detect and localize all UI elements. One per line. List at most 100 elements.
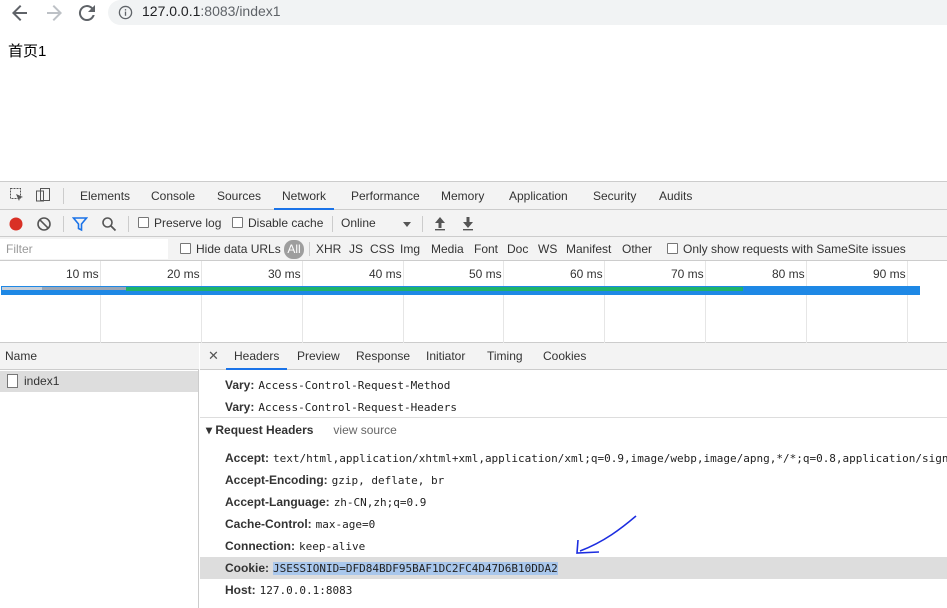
filter-js[interactable]: JS — [349, 237, 363, 261]
timeline-gridline — [201, 261, 202, 343]
tab-network[interactable]: Network — [274, 182, 335, 210]
separator — [63, 216, 64, 232]
timeline-bar-waiting — [126, 287, 743, 291]
separator — [422, 216, 423, 232]
address-bar[interactable]: 127.0.0.1:8083/index1 — [108, 0, 947, 25]
filter-other[interactable]: Other — [622, 237, 652, 261]
timeline-gridline — [100, 261, 101, 343]
separator — [309, 242, 310, 256]
tab-security[interactable]: Security — [593, 182, 636, 210]
tab-timing[interactable]: Timing — [487, 343, 523, 370]
filter-manifest[interactable]: Manifest — [566, 237, 611, 261]
chevron-down-icon[interactable] — [399, 216, 415, 232]
checkbox-icon — [232, 217, 243, 228]
header-line: Cache-Control: max-age=0 — [225, 513, 375, 535]
tab-headers[interactable]: Headers — [226, 343, 288, 370]
request-row[interactable]: index1 — [0, 371, 198, 392]
timeline-gridline — [302, 261, 303, 343]
network-overview[interactable]: 10 ms 20 ms 30 ms 40 ms 50 ms 60 ms 70 m… — [0, 261, 947, 343]
tab-application[interactable]: Application — [509, 182, 568, 210]
timeline-gridline — [503, 261, 504, 343]
filter-font[interactable]: Font — [474, 237, 498, 261]
header-value: keep-alive — [299, 540, 366, 553]
tab-elements[interactable]: Elements — [80, 182, 130, 210]
header-line: Accept-Encoding: gzip, deflate, br — [225, 469, 444, 491]
detail-tabbar: ✕ Headers Preview Response Initiator Tim… — [200, 343, 947, 370]
record-icon[interactable] — [8, 216, 24, 232]
tick-label: 70 ms — [671, 267, 704, 281]
url-text: 127.0.0.1:8083/index1 — [142, 3, 281, 19]
hide-data-urls-label: Hide data URLs — [196, 242, 281, 256]
header-name: Accept-Language: — [225, 495, 330, 509]
header-name: Accept-Encoding: — [225, 473, 328, 487]
filter-icon[interactable] — [72, 216, 88, 232]
tab-memory[interactable]: Memory — [441, 182, 484, 210]
tab-preview[interactable]: Preview — [297, 343, 340, 370]
timeline-gridline — [705, 261, 706, 343]
name-column-header[interactable]: Name — [0, 343, 199, 370]
device-toolbar-icon[interactable] — [35, 187, 51, 203]
tab-audits[interactable]: Audits — [659, 182, 692, 210]
forward-arrow-icon[interactable] — [42, 1, 66, 25]
tab-cookies[interactable]: Cookies — [543, 343, 586, 370]
checkbox-icon — [180, 243, 191, 254]
tab-sources[interactable]: Sources — [217, 182, 261, 210]
filter-doc[interactable]: Doc — [507, 237, 528, 261]
network-toolbar: Preserve log Disable cache Online — [0, 210, 947, 237]
filter-ws[interactable]: WS — [538, 237, 557, 261]
info-icon[interactable] — [118, 5, 133, 20]
inspect-element-icon[interactable] — [9, 187, 25, 203]
request-detail: ✕ Headers Preview Response Initiator Tim… — [200, 343, 947, 608]
back-arrow-icon[interactable] — [8, 1, 32, 25]
hide-data-urls-checkbox[interactable]: Hide data URLs — [180, 237, 281, 261]
tick-label: 20 ms — [167, 267, 200, 281]
filter-all-button[interactable]: All — [284, 240, 304, 259]
filter-media[interactable]: Media — [431, 237, 464, 261]
throttling-select[interactable]: Online — [341, 210, 376, 237]
tab-initiator[interactable]: Initiator — [426, 343, 465, 370]
tick-label: 90 ms — [873, 267, 906, 281]
page-body-text: 首页1 — [8, 43, 47, 60]
header-value: text/html,application/xhtml+xml,applicat… — [273, 452, 947, 465]
filter-input[interactable]: Filter — [0, 239, 168, 259]
tab-performance[interactable]: Performance — [351, 182, 420, 210]
clear-icon[interactable] — [36, 216, 52, 232]
header-value: Access-Control-Request-Method — [258, 379, 451, 392]
timeline-gridline — [403, 261, 404, 343]
header-name: Connection: — [225, 539, 295, 553]
tick-label: 50 ms — [469, 267, 502, 281]
cookie-value-selected[interactable]: JSESSIONID=DFD84BDF95BAF1DC2FC4D47D6B10D… — [273, 562, 558, 575]
browser-toolbar: 127.0.0.1:8083/index1 — [0, 0, 947, 26]
url-host: 127.0.0.1 — [142, 3, 201, 19]
separator — [332, 216, 333, 232]
tab-console[interactable]: Console — [151, 182, 195, 210]
header-line: Connection: keep-alive — [225, 535, 365, 557]
filter-css[interactable]: CSS — [370, 237, 395, 261]
checkbox-icon — [667, 243, 678, 254]
preserve-log-label: Preserve log — [154, 216, 222, 230]
tick-label: 40 ms — [369, 267, 402, 281]
header-name: Host: — [225, 583, 256, 597]
filter-bar: Filter Hide data URLs All XHR JS CSS Img… — [0, 237, 947, 261]
tab-response[interactable]: Response — [356, 343, 410, 370]
section-divider — [200, 417, 947, 418]
timeline-bar-stalled — [42, 287, 126, 290]
export-har-icon[interactable] — [460, 215, 476, 231]
import-har-icon[interactable] — [432, 215, 448, 231]
samesite-checkbox[interactable]: Only show requests with SameSite issues — [667, 237, 906, 261]
triangle-down-icon: ▾ — [206, 423, 213, 437]
reload-icon[interactable] — [75, 1, 99, 25]
devtools-tabbar: Elements Console Sources Network Perform… — [0, 182, 947, 210]
close-icon[interactable]: ✕ — [208, 343, 219, 370]
timeline-gridline — [604, 261, 605, 343]
request-headers-section[interactable]: ▾ Request Headers view source — [206, 423, 397, 437]
filter-xhr[interactable]: XHR — [316, 237, 341, 261]
view-source-link[interactable]: view source — [333, 423, 396, 437]
preserve-log-checkbox[interactable]: Preserve log — [138, 210, 221, 237]
filter-img[interactable]: Img — [400, 237, 420, 261]
header-value: zh-CN,zh;q=0.9 — [333, 496, 427, 509]
search-icon[interactable] — [101, 216, 117, 232]
tick-label: 60 ms — [570, 267, 603, 281]
checkbox-icon — [138, 217, 149, 228]
disable-cache-checkbox[interactable]: Disable cache — [232, 210, 323, 237]
